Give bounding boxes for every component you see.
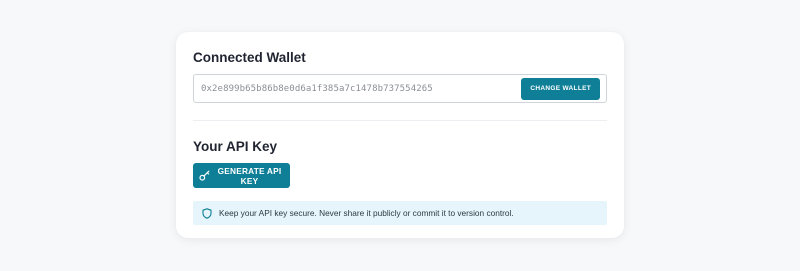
security-alert: Keep your API key secure. Never share it… xyxy=(193,201,607,225)
change-wallet-button[interactable]: CHANGE WALLET xyxy=(521,77,600,100)
section-divider xyxy=(193,120,607,121)
security-alert-text: Keep your API key secure. Never share it… xyxy=(219,208,514,218)
wallet-address-field: 0x2e899b65b86b8e0d6a1f385a7c1478b7375542… xyxy=(193,74,607,103)
generate-api-key-label: GENERATE API KEY xyxy=(217,165,282,186)
generate-api-key-button[interactable]: GENERATE API KEY xyxy=(193,163,290,188)
shield-icon xyxy=(202,207,212,219)
connected-wallet-heading: Connected Wallet xyxy=(193,50,306,65)
api-key-card: Connected Wallet 0x2e899b65b86b8e0d6a1f3… xyxy=(176,32,624,238)
key-icon xyxy=(199,170,210,181)
wallet-address: 0x2e899b65b86b8e0d6a1f385a7c1478b7375542… xyxy=(201,83,433,94)
api-key-heading: Your API Key xyxy=(193,139,278,154)
